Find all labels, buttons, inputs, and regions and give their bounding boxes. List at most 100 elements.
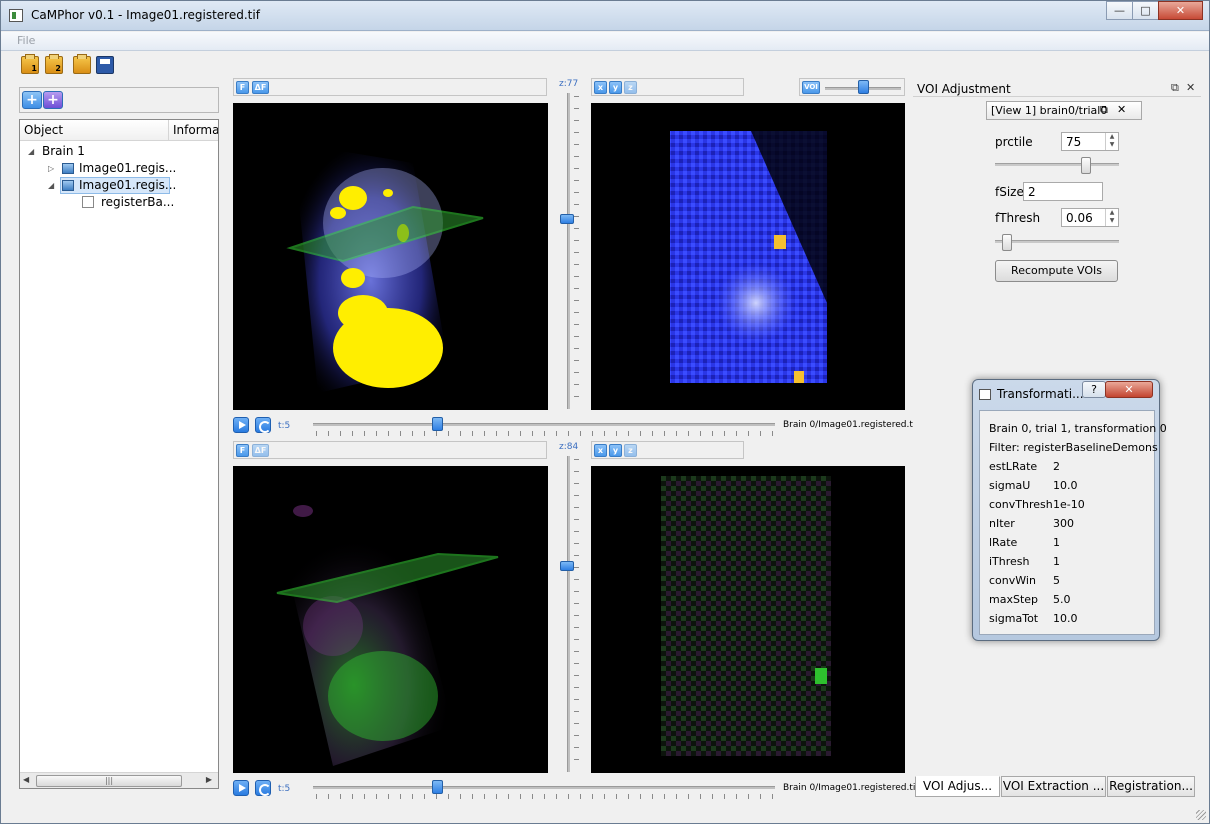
view-tab-label: [View 1] brain0/trial0 <box>991 104 1108 117</box>
scroll-left-icon[interactable]: ◀ <box>23 775 29 784</box>
save-icon[interactable] <box>96 56 114 74</box>
toolbar: 1 2 <box>1 52 1209 79</box>
close-button[interactable]: ✕ <box>1158 1 1203 20</box>
close-dock-icon[interactable]: ✕ <box>1186 81 1195 94</box>
dock-title-bar[interactable]: VOI Adjustment ⧉ ✕ <box>913 79 1201 97</box>
tree-header: Object Informat <box>20 120 218 141</box>
delta-f-view-button[interactable]: ΔF <box>252 444 269 457</box>
window-title: CaMPhor v0.1 - Image01.registered.tif <box>31 8 260 22</box>
time-slider-track[interactable] <box>313 786 775 789</box>
spin-arrows-icon[interactable]: ▲ ▼ <box>1105 133 1118 150</box>
expand-arrow-icon[interactable]: ▷ <box>48 164 54 173</box>
tree-item-image-1[interactable]: ▷ Image01.regis... <box>46 161 194 177</box>
f-view-button[interactable]: F <box>236 81 249 94</box>
dialog-app-icon <box>979 389 991 400</box>
prctile-slider-handle[interactable] <box>1080 157 1091 174</box>
param-value: 5.0 <box>1053 593 1071 606</box>
view-path-label: Brain 0/Image01.registered.tif <box>783 783 919 793</box>
help-button[interactable]: ? <box>1082 381 1106 398</box>
fsize-input[interactable]: 2 <box>1023 182 1103 201</box>
view-tab[interactable]: [View 1] brain0/trial0 ⧉ ✕ <box>986 101 1142 120</box>
collapse-arrow-icon[interactable]: ◢ <box>48 181 54 190</box>
open-brain-2-icon[interactable]: 2 <box>45 54 63 74</box>
tree-item-label: registerBa... <box>101 195 175 209</box>
column-information[interactable]: Informat <box>173 123 218 137</box>
z-slider-track[interactable] <box>567 93 570 409</box>
z-slider-handle[interactable] <box>560 561 574 571</box>
voi-toggle-button[interactable]: VOI <box>802 81 820 94</box>
column-separator[interactable] <box>168 120 169 141</box>
fthresh-value: 0.06 <box>1066 211 1093 225</box>
spin-arrows-icon[interactable]: ▲ ▼ <box>1105 209 1118 226</box>
dock-tab-bar: VOI Adjus... VOI Extraction ... Registra… <box>915 776 1201 797</box>
float-dock-icon[interactable]: ⧉ <box>1171 81 1179 95</box>
tree-item-register-baseline[interactable]: registerBa... <box>82 195 202 211</box>
add-brain-icon[interactable]: + <box>22 91 42 109</box>
item-checkbox[interactable] <box>82 196 94 208</box>
opacity-slider-handle[interactable] <box>858 80 869 94</box>
fthresh-spinbox[interactable]: 0.06 ▲ ▼ <box>1061 208 1119 227</box>
dialog-close-button[interactable]: ✕ <box>1105 381 1153 398</box>
tab-voi-extraction[interactable]: VOI Extraction ... <box>1001 776 1106 797</box>
y-axis-button[interactable]: y <box>609 444 622 457</box>
app-window: CaMPhor v0.1 - Image01.registered.tif — … <box>0 0 1210 824</box>
x-axis-button[interactable]: x <box>594 444 607 457</box>
scroll-right-icon[interactable]: ▶ <box>206 775 212 784</box>
resize-grip-icon[interactable] <box>1196 810 1206 820</box>
menu-file[interactable]: File <box>17 34 35 47</box>
param-value: 10.0 <box>1053 479 1078 492</box>
fthresh-slider-handle[interactable] <box>1001 234 1012 251</box>
tree-item-brain-1[interactable]: ◢ Brain 1 <box>26 144 176 160</box>
z-axis-button[interactable]: z <box>624 81 637 94</box>
time-slider-handle[interactable] <box>432 417 443 431</box>
minimize-button[interactable]: — <box>1106 1 1133 20</box>
time-label: t:5 <box>278 421 291 431</box>
slice-image <box>661 476 831 756</box>
param-value: 5 <box>1053 574 1060 587</box>
scrollbar-thumb[interactable]: ||| <box>36 775 182 787</box>
z-level-label: z:84 <box>559 442 579 452</box>
transformation-dialog[interactable]: Transformati... ? ✕ Brain 0, trial 1, tr… <box>972 379 1167 641</box>
view-3-toolbar: F ΔF <box>233 441 547 459</box>
view-4-toolbar: x y z <box>591 441 744 459</box>
z-axis-button[interactable]: z <box>624 444 637 457</box>
recompute-vois-button[interactable]: Recompute VOIs <box>995 260 1118 282</box>
add-trial-icon[interactable]: + <box>43 91 63 109</box>
delta-f-view-button[interactable]: ΔF <box>252 81 269 94</box>
tab-voi-adjustment[interactable]: VOI Adjus... <box>915 776 1000 797</box>
open-brain-1-icon[interactable]: 1 <box>21 54 39 74</box>
float-tab-icon[interactable]: ⧉ <box>1100 103 1108 117</box>
param-value: 1 <box>1053 536 1060 549</box>
tree-horizontal-scrollbar[interactable]: ◀ ||| ▶ <box>20 772 218 788</box>
prctile-slider-track[interactable] <box>995 163 1119 166</box>
z-slider-handle[interactable] <box>560 214 574 224</box>
z-slider-track[interactable] <box>567 456 570 772</box>
tree-item-image-2[interactable]: ◢ Image01.regis... <box>46 177 194 194</box>
close-tab-icon[interactable]: ✕ <box>1117 103 1126 116</box>
view-4-slice[interactable] <box>591 466 905 773</box>
time-slider-track[interactable] <box>313 423 775 426</box>
volume-render-3d <box>286 143 484 393</box>
view-2-slice[interactable] <box>591 103 905 410</box>
loop-button[interactable] <box>255 780 271 796</box>
object-tree[interactable]: Object Informat ◢ Brain 1 ▷ Image01.regi… <box>19 119 219 789</box>
title-bar[interactable]: CaMPhor v0.1 - Image01.registered.tif — … <box>1 1 1209 31</box>
prctile-spinbox[interactable]: 75 ▲ ▼ <box>1061 132 1119 151</box>
column-object[interactable]: Object <box>24 123 63 137</box>
y-axis-button[interactable]: y <box>609 81 622 94</box>
loop-button[interactable] <box>255 417 271 433</box>
tab-registration[interactable]: Registration... <box>1107 776 1195 797</box>
f-view-button[interactable]: F <box>236 444 249 457</box>
time-slider-ticks <box>316 794 774 799</box>
maximize-button[interactable]: □ <box>1132 1 1159 20</box>
view-3-3d-render[interactable] <box>233 466 548 773</box>
open-folder-icon[interactable] <box>73 54 91 74</box>
time-slider-handle[interactable] <box>432 780 443 794</box>
play-button[interactable] <box>233 780 249 796</box>
collapse-arrow-icon[interactable]: ◢ <box>28 147 34 156</box>
time-label: t:5 <box>278 784 291 794</box>
x-axis-button[interactable]: x <box>594 81 607 94</box>
play-button[interactable] <box>233 417 249 433</box>
view-1-3d-render[interactable] <box>233 103 548 410</box>
fthresh-slider-track[interactable] <box>995 240 1119 243</box>
